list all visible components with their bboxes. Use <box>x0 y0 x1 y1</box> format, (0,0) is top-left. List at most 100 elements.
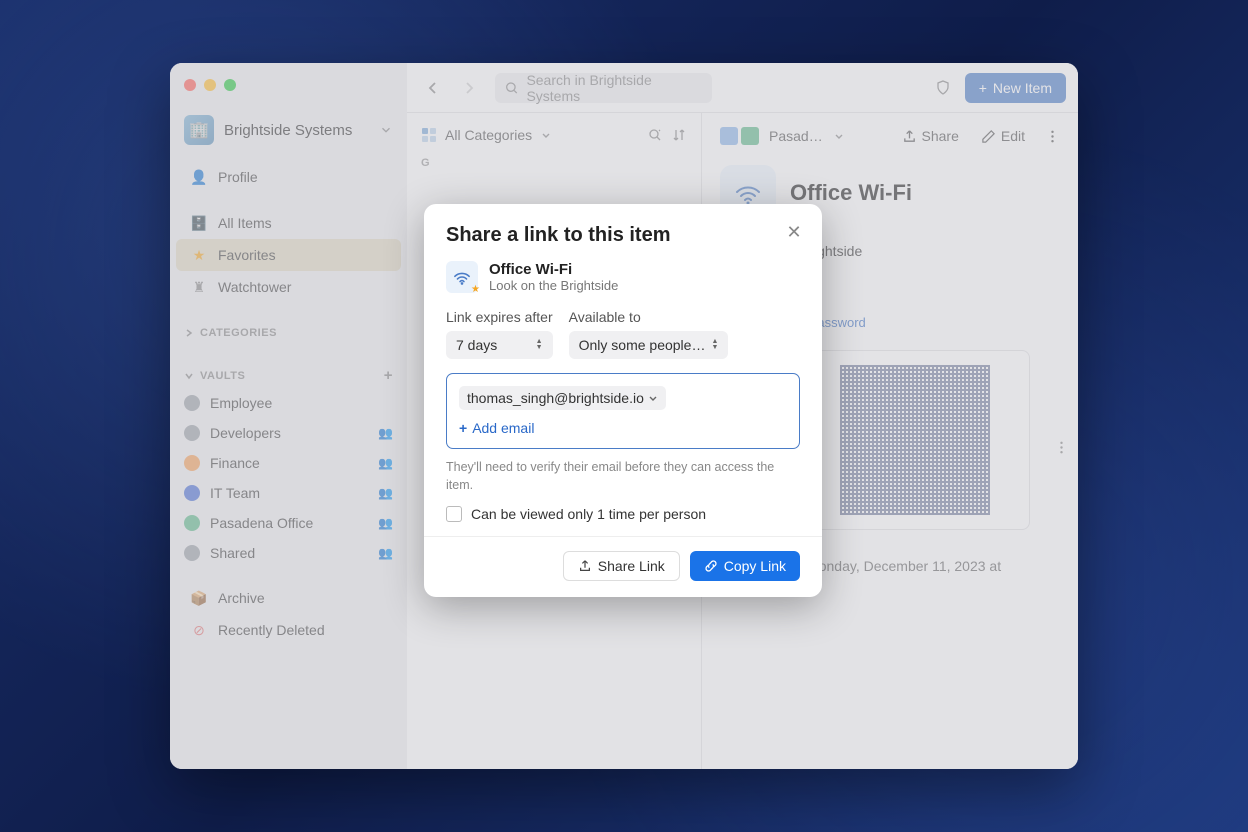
vault-employee[interactable]: Employee <box>170 388 407 418</box>
sidebar-item-favorites[interactable]: ★ Favorites <box>176 239 401 271</box>
more-button[interactable] <box>1045 129 1060 144</box>
shared-icon: 👥 <box>378 426 393 440</box>
modal-title: Share a link to this item <box>446 224 800 247</box>
qr-more-button[interactable] <box>1054 440 1069 455</box>
chevron-right-icon <box>184 328 194 338</box>
filter-icon <box>647 127 663 143</box>
expires-select[interactable]: 7 days ▲▼ <box>446 331 553 359</box>
account-icon: 🏢 <box>184 115 214 145</box>
sidebar-label: Profile <box>218 169 258 185</box>
notifications-button[interactable] <box>929 74 957 102</box>
add-email-button[interactable]: + Add email <box>459 420 787 436</box>
vault-color-icon <box>184 425 200 441</box>
available-select[interactable]: Only some people… ▲▼ <box>569 331 729 359</box>
sort-icon <box>671 127 687 143</box>
close-modal-button[interactable]: ✕ <box>782 220 806 244</box>
sidebar-label: All Items <box>218 215 272 231</box>
sidebar: 🏢 Brightside Systems 👤 Profile 🗄️ All It… <box>170 63 407 769</box>
sidebar-item-watchtower[interactable]: ♜ Watchtower <box>176 271 401 303</box>
plus-icon: + <box>979 80 987 96</box>
vault-color-icon <box>184 485 200 501</box>
share-link-button[interactable]: Share Link <box>563 551 680 581</box>
arrow-right-icon <box>461 80 477 96</box>
watchtower-icon: ♜ <box>190 278 208 296</box>
qr-code <box>800 350 1030 530</box>
email-recipients-box: thomas_singh@brightside.io + Add email <box>446 373 800 449</box>
email-chip[interactable]: thomas_singh@brightside.io <box>459 386 666 410</box>
account-switcher[interactable]: 🏢 Brightside Systems <box>170 109 407 161</box>
share-button[interactable]: Share <box>902 128 959 144</box>
close-window-button[interactable] <box>184 79 196 91</box>
sidebar-item-profile[interactable]: 👤 Profile <box>176 161 401 193</box>
stepper-icon: ▲▼ <box>536 339 543 351</box>
maximize-window-button[interactable] <box>224 79 236 91</box>
categories-header[interactable]: CATEGORIES <box>170 317 407 343</box>
dots-vertical-icon <box>1054 440 1069 455</box>
shared-icon: 👥 <box>378 546 393 560</box>
plus-icon: + <box>459 420 467 436</box>
star-icon: ★ <box>190 246 208 264</box>
expires-label: Link expires after <box>446 309 553 331</box>
sidebar-label: Archive <box>218 590 265 606</box>
vault-color-icon <box>184 515 200 531</box>
grid-icon <box>421 127 437 143</box>
vault-developers[interactable]: Developers 👥 <box>170 418 407 448</box>
chevron-down-icon <box>540 129 552 141</box>
share-icon <box>578 559 592 573</box>
category-filter[interactable]: All Categories <box>419 123 689 155</box>
sidebar-label: Favorites <box>218 247 276 263</box>
helper-text: They'll need to verify their email befor… <box>446 449 800 506</box>
chevron-down-icon <box>184 371 194 381</box>
shield-icon <box>934 79 952 97</box>
sidebar-label: Recently Deleted <box>218 622 325 638</box>
archive-icon: 📦 <box>190 589 208 607</box>
sidebar-label: Watchtower <box>218 279 291 295</box>
vaults-header[interactable]: VAULTS + <box>170 357 407 388</box>
search-input[interactable]: Search in Brightside Systems <box>495 73 712 103</box>
item-type-icon: ★ <box>446 261 478 293</box>
vault-it-team[interactable]: IT Team 👥 <box>170 478 407 508</box>
share-link-modal: ✕ Share a link to this item ★ Office Wi-… <box>424 204 822 597</box>
shared-icon: 👥 <box>378 486 393 500</box>
link-icon <box>704 559 718 573</box>
arrow-left-icon <box>425 80 441 96</box>
vault-scope-label: Pasad… <box>769 128 823 144</box>
filter-button[interactable] <box>647 127 663 143</box>
sidebar-item-archive[interactable]: 📦 Archive <box>176 582 401 614</box>
copy-link-button[interactable]: Copy Link <box>690 551 800 581</box>
edit-button[interactable]: Edit <box>981 128 1025 144</box>
item-title: Office Wi-Fi <box>790 180 912 206</box>
search-icon <box>505 81 518 95</box>
sidebar-item-all-items[interactable]: 🗄️ All Items <box>176 207 401 239</box>
person-icon: 👤 <box>190 168 208 186</box>
vault-finance[interactable]: Finance 👥 <box>170 448 407 478</box>
drawer-icon: 🗄️ <box>190 214 208 232</box>
trash-icon: ⊘ <box>190 621 208 639</box>
nav-back-button[interactable] <box>419 74 447 102</box>
share-icon <box>902 129 917 144</box>
shared-icon: 👥 <box>378 456 393 470</box>
toolbar: Search in Brightside Systems + New Item <box>407 63 1078 113</box>
modal-item-name: Office Wi-Fi <box>489 261 618 278</box>
add-vault-button[interactable]: + <box>384 367 393 384</box>
wifi-icon <box>451 266 473 288</box>
available-label: Available to <box>569 309 729 331</box>
nav-forward-button[interactable] <box>455 74 483 102</box>
view-once-checkbox[interactable]: Can be viewed only 1 time per person <box>446 506 800 536</box>
vault-color-icon <box>184 395 200 411</box>
stepper-icon: ▲▼ <box>711 339 718 351</box>
new-item-button[interactable]: + New Item <box>965 73 1066 103</box>
section-letter: G <box>419 155 689 171</box>
modal-item-sub: Look on the Brightside <box>489 278 618 293</box>
sidebar-item-deleted[interactable]: ⊘ Recently Deleted <box>176 614 401 646</box>
vault-shared[interactable]: Shared 👥 <box>170 538 407 568</box>
pencil-icon <box>981 129 996 144</box>
minimize-window-button[interactable] <box>204 79 216 91</box>
window-controls <box>170 73 407 109</box>
chevron-down-icon[interactable] <box>833 130 845 142</box>
modal-item-summary: ★ Office Wi-Fi Look on the Brightside <box>446 247 800 309</box>
sort-button[interactable] <box>671 127 687 143</box>
vault-pasadena[interactable]: Pasadena Office 👥 <box>170 508 407 538</box>
vault-avatars <box>720 127 759 145</box>
vault-color-icon <box>184 545 200 561</box>
